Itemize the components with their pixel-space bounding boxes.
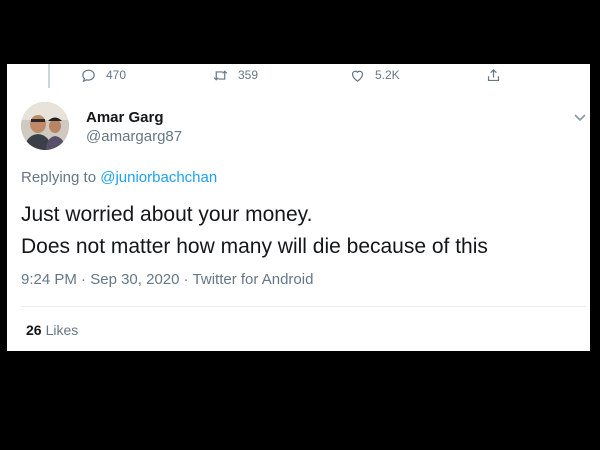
tweet-source[interactable]: Twitter for Android [193,271,314,288]
tweet-text-line-1: Just worried about your money. [21,203,313,226]
tweet-date[interactable]: Sep 30, 2020 [90,271,179,288]
share-icon [487,68,500,81]
tweet-text-line-2: Does not matter how many will die becaus… [21,235,488,258]
chevron-down-icon [574,114,586,122]
author-handle[interactable]: @amargarg87 [86,128,182,145]
retweet-icon [213,69,228,81]
avatar[interactable] [21,102,69,150]
meta-separator: · [81,271,91,288]
more-options-button[interactable] [573,110,587,124]
like-count: 5.2K [375,68,400,82]
likes-stat[interactable]: 26 Likes [26,322,78,338]
likes-count: 26 [26,322,42,338]
reply-count: 470 [106,68,127,82]
tweet-text: Just worried about your money. Does not … [21,199,581,263]
like-icon [351,70,364,82]
parent-tweet-action-bar: 470 359 5.2K [7,64,590,86]
tweet-meta: 9:24 PM · Sep 30, 2020 · Twitter for And… [21,271,313,288]
reply-button[interactable]: 470 [80,64,126,86]
retweet-count: 359 [238,68,259,82]
reply-icon [82,69,95,82]
tweet-card: 470 359 5.2K Amar Garg @amargarg87 Reply… [7,64,590,351]
divider [21,306,586,307]
replying-to-label: Replying to [21,169,97,186]
avatar-image [21,102,69,150]
tweet-time[interactable]: 9:24 PM [21,271,77,288]
meta-separator: · [183,271,193,288]
likes-label: Likes [45,322,79,338]
replying-to: Replying to @juniorbachchan [21,169,217,186]
replying-to-mention[interactable]: @juniorbachchan [100,169,217,186]
like-button[interactable]: 5.2K [349,64,400,86]
author-name[interactable]: Amar Garg [86,109,164,126]
share-button[interactable] [485,64,511,86]
retweet-button[interactable]: 359 [212,64,258,86]
